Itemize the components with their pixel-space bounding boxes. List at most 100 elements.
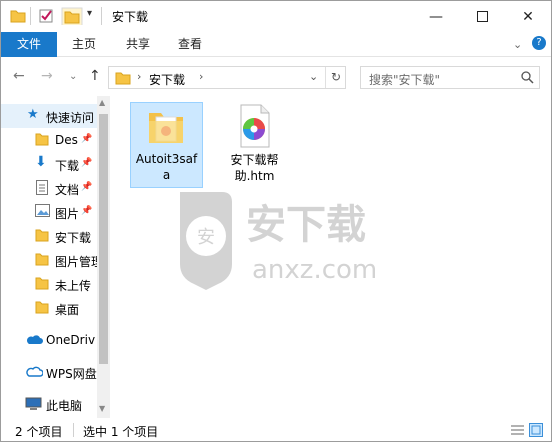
maximize-button[interactable] bbox=[459, 1, 505, 32]
htm-file-icon bbox=[240, 104, 270, 148]
breadcrumb-separator-icon: › bbox=[137, 70, 142, 83]
separator bbox=[325, 67, 326, 88]
breadcrumb-current[interactable]: 安下载 bbox=[149, 71, 185, 88]
sidebar-item-label: 未上传 bbox=[55, 279, 92, 293]
file-item-htm[interactable]: 安下载帮助.htm bbox=[217, 102, 292, 188]
close-button[interactable]: ✕ bbox=[505, 1, 551, 32]
sidebar-item-label: 图片 bbox=[55, 207, 80, 221]
pin-icon: 📌 bbox=[81, 206, 93, 216]
watermark-logo: 安 安下载 anxz.com bbox=[180, 192, 377, 290]
refresh-icon[interactable]: ↻ bbox=[331, 70, 341, 84]
computer-icon bbox=[25, 397, 42, 410]
watermark-brand: 安下载 bbox=[246, 202, 366, 248]
file-item-folder[interactable]: Autoit3safa bbox=[130, 102, 203, 188]
sidebar-item-label: 桌面 bbox=[55, 303, 80, 317]
separator bbox=[73, 423, 74, 437]
tab-share[interactable]: 共享 bbox=[115, 32, 161, 57]
folder-icon bbox=[35, 253, 49, 266]
sidebar-item-onedrive[interactable]: OneDriv bbox=[1, 328, 97, 352]
picture-icon bbox=[35, 204, 50, 217]
sidebar-item-label: 快速访问 bbox=[46, 111, 95, 125]
search-box[interactable]: 搜索"安下载" bbox=[360, 66, 540, 89]
navigation-pane: ★ 快速访问 Des 📌 ⬇ 下载 📌 文档 📌 图片 📌 安下载 图片管 未上… bbox=[1, 96, 110, 418]
download-icon: ⬇ bbox=[35, 154, 47, 170]
folder-icon bbox=[35, 277, 49, 290]
pin-icon: 📌 bbox=[81, 134, 93, 144]
address-bar[interactable]: › 安下载 › ⌄ ↻ bbox=[108, 66, 346, 89]
folder-icon bbox=[10, 10, 26, 23]
sidebar-item-label: 此电脑 bbox=[46, 399, 83, 413]
cloud-icon bbox=[26, 366, 43, 377]
scrollbar-thumb[interactable] bbox=[99, 114, 108, 364]
search-input[interactable]: 搜索"安下载" bbox=[369, 71, 440, 88]
folder-icon bbox=[35, 301, 49, 314]
back-icon[interactable]: ← bbox=[13, 68, 25, 84]
sidebar-item-label: OneDriv bbox=[46, 333, 96, 347]
sidebar-item-picture-manager[interactable]: 图片管理 bbox=[1, 248, 97, 272]
status-bar: 2 个项目 选中 1 个项目 bbox=[1, 418, 551, 441]
item-count: 2 个项目 bbox=[15, 425, 63, 439]
file-list: 安 安下载 anxz.com Autoit3safa 安下载帮助.htm bbox=[110, 96, 551, 418]
recent-locations-icon[interactable]: ⌄ bbox=[69, 71, 77, 82]
sidebar-item-wps-drive[interactable]: WPS网盘 bbox=[1, 360, 97, 384]
folder-icon bbox=[115, 72, 131, 85]
new-folder-icon[interactable] bbox=[61, 7, 83, 25]
sidebar-item-desktop-folder[interactable]: 桌面 bbox=[1, 296, 97, 320]
separator bbox=[30, 7, 31, 25]
forward-icon[interactable]: → bbox=[41, 68, 53, 84]
sidebar-item-documents[interactable]: 文档 📌 bbox=[1, 176, 97, 200]
sidebar-item-label: Des bbox=[55, 133, 78, 147]
minimize-icon: — bbox=[429, 8, 443, 25]
tab-view[interactable]: 查看 bbox=[167, 32, 213, 57]
address-dropdown-icon[interactable]: ⌄ bbox=[309, 70, 318, 83]
star-icon: ★ bbox=[27, 107, 39, 122]
sidebar-item-label: 安下载 bbox=[55, 231, 92, 245]
folder-icon bbox=[35, 229, 49, 242]
customize-quick-access-icon[interactable]: ▾ bbox=[87, 8, 92, 19]
details-view-icon[interactable] bbox=[511, 424, 524, 436]
expand-ribbon-icon[interactable]: ⌄ bbox=[513, 38, 522, 51]
sidebar-item-label: 下载 bbox=[55, 159, 80, 173]
properties-icon[interactable] bbox=[37, 7, 55, 25]
document-icon bbox=[36, 180, 48, 195]
sidebar-item-anxiazai[interactable]: 安下载 bbox=[1, 224, 97, 248]
svg-text:安: 安 bbox=[197, 227, 215, 248]
navigation-bar: ← → ⌄ ↑ › 安下载 › ⌄ ↻ 搜索"安下载" bbox=[1, 58, 551, 96]
pin-icon: 📌 bbox=[81, 182, 93, 192]
pin-icon: 📌 bbox=[81, 158, 93, 168]
sidebar-item-quick-access[interactable]: ★ 快速访问 bbox=[1, 104, 97, 128]
cloud-icon bbox=[26, 335, 43, 344]
scroll-up-icon[interactable]: ▲ bbox=[99, 98, 105, 107]
sidebar-item-this-pc[interactable]: 此电脑 bbox=[1, 392, 97, 416]
sidebar-scrollbar[interactable]: ▲ ▼ bbox=[97, 96, 110, 418]
window-title: 安下载 bbox=[112, 10, 149, 24]
sidebar-item-not-uploaded[interactable]: 未上传 bbox=[1, 272, 97, 296]
help-icon[interactable]: ? bbox=[532, 36, 546, 50]
minimize-button[interactable]: — bbox=[413, 1, 459, 32]
explorer-window: ▾ 安下载 — ✕ 文件 主页 共享 查看 ⌄ ? ← → ⌄ ↑ › 安下载 … bbox=[0, 0, 552, 442]
scroll-down-icon[interactable]: ▼ bbox=[99, 404, 105, 413]
file-name: 安下载帮助.htm bbox=[230, 153, 279, 183]
maximize-icon bbox=[476, 11, 488, 22]
sidebar-item-downloads[interactable]: ⬇ 下载 📌 bbox=[1, 152, 97, 176]
folder-icon bbox=[35, 133, 49, 146]
sidebar-item-label: 图片管理 bbox=[55, 255, 97, 269]
sidebar-item-desktop[interactable]: Des 📌 bbox=[1, 128, 97, 152]
tab-home[interactable]: 主页 bbox=[61, 32, 107, 57]
folder-icon bbox=[149, 113, 183, 143]
sidebar-item-label: WPS网盘 bbox=[46, 367, 97, 381]
file-name: Autoit3safa bbox=[135, 152, 198, 182]
title-bar: ▾ 安下载 — ✕ bbox=[1, 1, 551, 32]
up-icon[interactable]: ↑ bbox=[89, 68, 101, 84]
sidebar-item-label: 文档 bbox=[55, 183, 80, 197]
selected-count: 选中 1 个项目 bbox=[83, 425, 159, 439]
search-icon bbox=[521, 71, 534, 84]
ribbon: 文件 主页 共享 查看 ⌄ ? bbox=[1, 32, 551, 57]
watermark-domain: anxz.com bbox=[252, 255, 377, 285]
tab-file[interactable]: 文件 bbox=[1, 32, 57, 57]
large-icons-view-icon[interactable] bbox=[529, 423, 543, 437]
sidebar-item-pictures[interactable]: 图片 📌 bbox=[1, 200, 97, 224]
breadcrumb-separator-icon[interactable]: › bbox=[199, 70, 203, 83]
separator bbox=[101, 7, 102, 25]
close-icon: ✕ bbox=[522, 8, 534, 25]
